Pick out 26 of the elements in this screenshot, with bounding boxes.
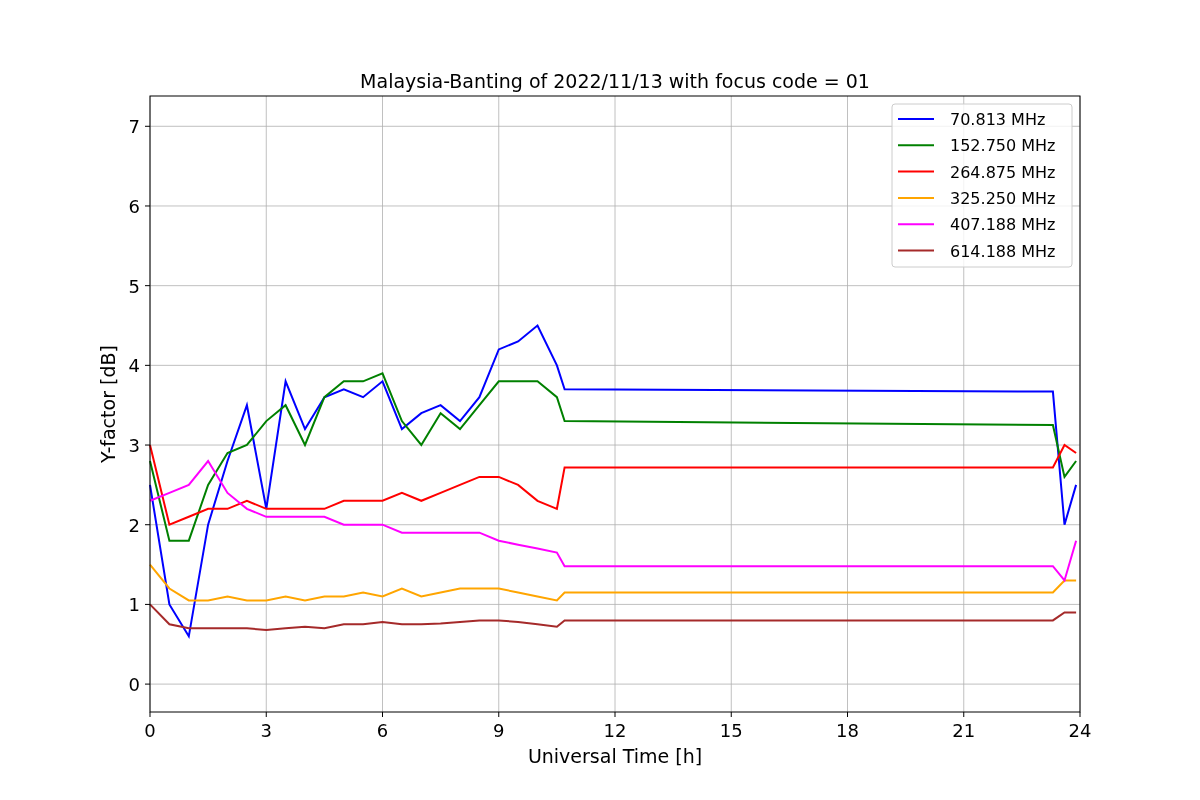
legend-label: 614.188 MHz — [950, 241, 1056, 261]
legend-label: 264.875 MHz — [950, 162, 1056, 182]
y-tick-label: 1 — [128, 594, 140, 616]
y-tick-label: 6 — [128, 195, 140, 217]
x-tick-label: 21 — [952, 720, 976, 741]
y-tick-label: 2 — [128, 514, 140, 536]
y-tick-label: 7 — [128, 116, 140, 138]
y-tick-label: 3 — [128, 435, 140, 457]
x-tick-label: 24 — [1068, 720, 1092, 741]
x-tick-label: 18 — [836, 720, 859, 741]
legend-label: 325.250 MHz — [950, 188, 1056, 208]
y-tick-label: 5 — [128, 275, 140, 297]
chart-title: Malaysia-Banting of 2022/11/13 with focus code = 01 — [360, 70, 870, 92]
x-axis-label: Universal Time [h] — [527, 745, 703, 767]
x-tick-label: 9 — [493, 720, 505, 741]
x-tick-label: 0 — [144, 720, 156, 741]
x-tick-label: 6 — [376, 720, 389, 741]
y-tick-label: 4 — [128, 355, 140, 377]
legend-label: 407.188 MHz — [950, 215, 1056, 235]
x-tick-label: 3 — [260, 720, 272, 741]
legend-label: 70.813 MHz — [950, 110, 1046, 129]
y-tick-label: 0 — [128, 674, 140, 696]
x-tick-label: 15 — [719, 720, 743, 741]
x-tick-label: 12 — [603, 720, 627, 741]
legend-label: 152.750 MHz — [950, 136, 1056, 156]
y-axis-label: Y-factor [dB] — [97, 345, 119, 463]
